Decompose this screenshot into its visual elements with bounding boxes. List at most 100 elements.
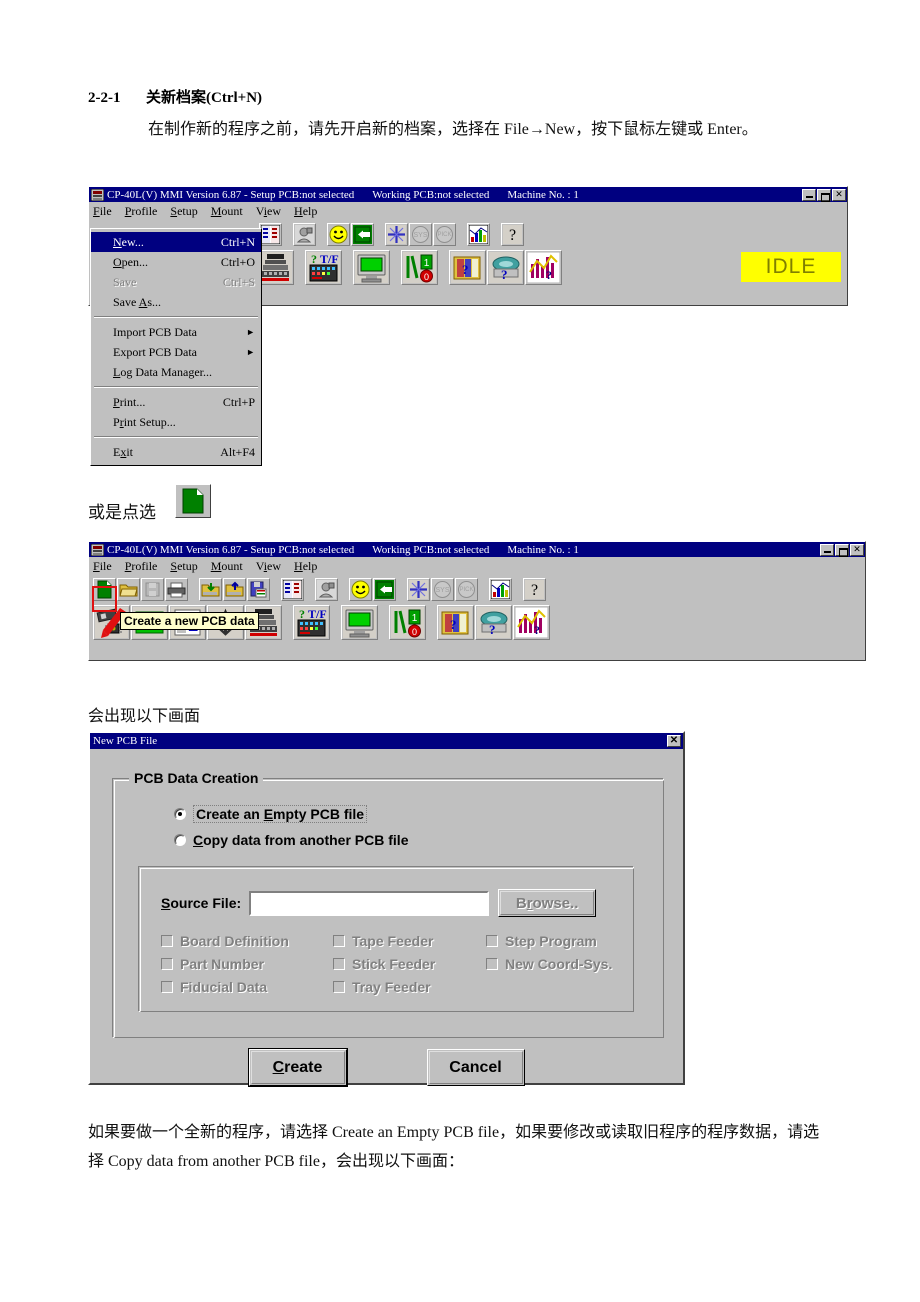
help-question-icon[interactable]: ?: [523, 577, 546, 601]
menu-file[interactable]: File: [93, 204, 112, 219]
checkbox-part-number[interactable]: Part Number: [161, 956, 289, 972]
print-icon[interactable]: [165, 577, 188, 601]
group-label: PCB Data Creation: [129, 770, 264, 786]
menu-item-log-data-manager[interactable]: Log Data Manager...: [91, 362, 261, 382]
graph-report-icon[interactable]: [489, 577, 512, 601]
new-file-icon-sample[interactable]: [175, 484, 211, 518]
menu-setup[interactable]: Setup: [170, 559, 197, 574]
radio-button-indicator[interactable]: [174, 834, 186, 846]
library-query-icon[interactable]: ?: [449, 249, 486, 285]
toolbar-row-1-full[interactable]: SYS PICK ?: [89, 575, 865, 603]
sys-icon[interactable]: SYS: [409, 222, 432, 246]
window-controls[interactable]: ✕: [802, 188, 846, 202]
file-menu-popup[interactable]: New... Ctrl+N Open... Ctrl+O Save Ctrl+S…: [90, 228, 262, 466]
head-stack-icon[interactable]: [257, 249, 294, 285]
menubar[interactable]: File Profile Setup Mount View Help: [89, 202, 847, 220]
menu-item-open[interactable]: Open... Ctrl+O: [91, 252, 261, 272]
tray-query-icon[interactable]: ?: [475, 604, 512, 640]
checkbox-indicator[interactable]: [333, 981, 345, 993]
board-layout-icon[interactable]: [281, 577, 304, 601]
menu-view[interactable]: View: [256, 204, 281, 219]
menu-item-new[interactable]: New... Ctrl+N: [91, 232, 261, 252]
dialog-close-button[interactable]: ✕: [667, 735, 681, 747]
switch-light-icon[interactable]: 10: [389, 604, 426, 640]
export-pcb-icon[interactable]: [223, 577, 246, 601]
cancel-button[interactable]: Cancel: [426, 1049, 525, 1086]
save-pcb-icon[interactable]: [247, 577, 270, 601]
source-file-input[interactable]: [249, 890, 490, 916]
exit-door-icon[interactable]: [373, 577, 396, 601]
menu-item-print[interactable]: Print... Ctrl+P: [91, 392, 261, 412]
sys-icon[interactable]: SYS: [431, 577, 454, 601]
source-file-label: Source File:: [161, 895, 242, 911]
origin-cross-icon[interactable]: [385, 222, 408, 246]
menu-profile[interactable]: Profile: [125, 204, 158, 219]
browse-button[interactable]: Browse..: [498, 889, 597, 917]
menu-item-exit[interactable]: Exit Alt+F4: [91, 442, 261, 462]
radio-create-empty[interactable]: Create an Empty PCB file: [174, 805, 368, 823]
menu-item-print-setup[interactable]: Print Setup...: [91, 412, 261, 432]
menu-profile[interactable]: Profile: [125, 559, 158, 574]
checkbox-tape-feeder[interactable]: Tape Feeder: [333, 933, 435, 949]
checkbox-indicator[interactable]: [486, 958, 498, 970]
create-button[interactable]: Create: [248, 1049, 347, 1086]
restore-button[interactable]: [817, 188, 831, 202]
menu-item-import-pcb-data[interactable]: Import PCB Data ►: [91, 322, 261, 342]
menu-help[interactable]: Help: [294, 204, 317, 219]
menu-mount[interactable]: Mount: [211, 559, 243, 574]
origin-cross-icon[interactable]: [407, 577, 430, 601]
close-button[interactable]: ✕: [832, 188, 846, 201]
menu-help[interactable]: Help: [294, 559, 317, 574]
checkbox-indicator[interactable]: [333, 958, 345, 970]
checkbox-tray-feeder[interactable]: Tray Feeder: [333, 979, 435, 995]
radio-copy-from-another[interactable]: Copy data from another PCB file: [174, 832, 408, 848]
checkbox-board-definition[interactable]: Board Definition: [161, 933, 289, 949]
menu-view[interactable]: View: [256, 559, 281, 574]
smiley-icon[interactable]: [327, 222, 350, 246]
checkbox-indicator[interactable]: [486, 935, 498, 947]
pick-icon[interactable]: PICK: [455, 577, 478, 601]
tray-query-icon[interactable]: ?: [487, 249, 524, 285]
close-button[interactable]: ✕: [850, 543, 864, 556]
pick-icon[interactable]: PICK: [433, 222, 456, 246]
import-pcb-icon[interactable]: [199, 577, 222, 601]
checkbox-new-coord-sys[interactable]: New Coord-Sys.: [486, 956, 612, 972]
chart-query-icon[interactable]: ?: [513, 604, 550, 640]
tf-keypad-icon[interactable]: ? T/F: [293, 604, 330, 640]
help-question-icon[interactable]: ?: [501, 222, 524, 246]
menu-setup[interactable]: Setup: [170, 204, 197, 219]
mmi-window-with-tooltip: CP-40L(V) MMI Version 6.87 - Setup PCB:n…: [88, 541, 866, 661]
checkbox-indicator[interactable]: [333, 935, 345, 947]
board-layout-icon[interactable]: [259, 222, 282, 246]
menu-item-export-pcb-data[interactable]: Export PCB Data ►: [91, 342, 261, 362]
checkbox-indicator[interactable]: [161, 981, 173, 993]
monitor-icon[interactable]: [353, 249, 390, 285]
window-controls-2[interactable]: ✕: [820, 543, 864, 557]
minimize-button[interactable]: [802, 188, 816, 201]
menubar-2[interactable]: File Profile Setup Mount View Help: [89, 557, 865, 575]
menu-file[interactable]: File: [93, 559, 112, 574]
switch-light-icon[interactable]: 10: [401, 249, 438, 285]
checkbox-stick-feeder[interactable]: Stick Feeder: [333, 956, 435, 972]
library-query-icon[interactable]: ?: [437, 604, 474, 640]
tf-keypad-icon[interactable]: ? T/F: [305, 249, 342, 285]
menu-mount[interactable]: Mount: [211, 204, 243, 219]
smiley-icon[interactable]: [349, 577, 372, 601]
checkbox-indicator[interactable]: [161, 935, 173, 947]
exit-door-icon[interactable]: [351, 222, 374, 246]
restore-button[interactable]: [835, 543, 849, 557]
open-folder-icon[interactable]: [117, 577, 140, 601]
menu-item-save-as[interactable]: Save As...: [91, 292, 261, 312]
paragraph-intro: 在制作新的程序之前，请先开启新的档案，选择在 File→New，按下鼠标左键或 …: [148, 121, 758, 138]
chart-query-icon[interactable]: ?: [525, 249, 562, 285]
checkbox-fiducial-data[interactable]: Fiducial Data: [161, 979, 289, 995]
checkbox-column-2: Tape Feeder Stick Feeder Tray Feeder: [333, 933, 435, 995]
teach-icon[interactable]: [315, 577, 338, 601]
radio-button-indicator[interactable]: [174, 808, 186, 820]
graph-report-icon[interactable]: [467, 222, 490, 246]
monitor-icon[interactable]: [341, 604, 378, 640]
checkbox-step-program[interactable]: Step Program: [486, 933, 612, 949]
minimize-button[interactable]: [820, 543, 834, 556]
teach-icon[interactable]: [293, 222, 316, 246]
checkbox-indicator[interactable]: [161, 958, 173, 970]
